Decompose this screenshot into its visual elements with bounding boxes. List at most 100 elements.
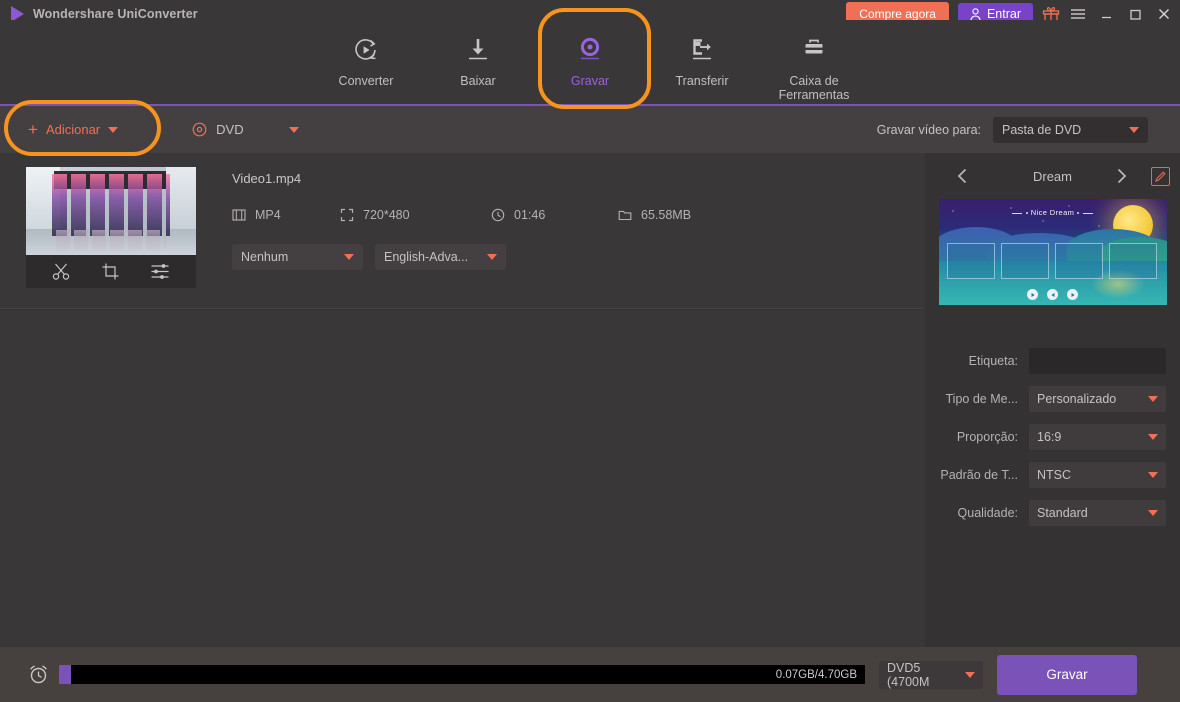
- preview-chapter-cells: [946, 243, 1157, 279]
- chapter-cell: [946, 243, 995, 279]
- output-target-select[interactable]: Pasta de DVD: [993, 116, 1148, 143]
- add-button[interactable]: + Adicionar: [28, 120, 119, 139]
- resize-icon: [340, 208, 354, 222]
- plus-icon: +: [28, 120, 38, 139]
- alarm-clock-button[interactable]: [28, 664, 49, 685]
- tab-baixar[interactable]: Baixar: [422, 26, 534, 102]
- template-preview[interactable]: Nice Dream: [938, 199, 1167, 305]
- edit-template-button[interactable]: [1151, 166, 1170, 186]
- alarm-clock-icon: [30, 665, 47, 684]
- convert-refresh-play-icon: [351, 33, 381, 67]
- form-row-aspect-ratio: Proporção: 16:9: [925, 423, 1166, 451]
- disc-usage-progress-bar: 0.07GB/4.70GB: [59, 665, 865, 684]
- preview-title-text: Nice Dream: [1030, 208, 1075, 217]
- next-template-button[interactable]: [1110, 165, 1132, 187]
- tv-standard-value: NTSC: [1037, 468, 1072, 482]
- video-duration-label: 01:46: [514, 208, 546, 222]
- previous-template-button[interactable]: [951, 165, 973, 187]
- media-type-select[interactable]: Personalizado: [1029, 386, 1166, 412]
- video-filename: Video1.mp4: [232, 171, 302, 186]
- crop-icon[interactable]: [101, 262, 120, 281]
- preview-menu-buttons: [939, 289, 1167, 300]
- quality-chevron-down-icon: [1148, 510, 1158, 516]
- template-name: Dream: [1032, 168, 1072, 184]
- form-row-label: Etiqueta:: [925, 347, 1166, 375]
- status-bar: 0.07GB/4.70GB DVD5 (4700M Gravar: [0, 647, 1180, 702]
- video-list-area: Video1.mp4 MP4 720*480 01:46 65.58MB Nen…: [0, 153, 924, 647]
- tab-caixa-de-ferramentas[interactable]: Caixa de Ferramentas: [758, 26, 870, 102]
- preview-title: Nice Dream: [939, 208, 1167, 217]
- dvd-settings-form: Etiqueta: Tipo de Me... Personalizado Pr…: [925, 347, 1180, 527]
- tab-gravar-label: Gravar: [570, 74, 610, 88]
- video-track-selects: Nenhum English-Adva...: [232, 244, 691, 270]
- video-stats: MP4 720*480 01:46 65.58MB: [232, 208, 691, 222]
- film-strip-icon: [232, 209, 246, 221]
- effect-icon[interactable]: [150, 262, 170, 281]
- next-button-icon: [1067, 289, 1078, 300]
- burn-button[interactable]: Gravar: [997, 654, 1137, 695]
- chapter-cell: [1054, 243, 1103, 279]
- audio-chevron-down-icon: [487, 254, 497, 260]
- nav-tab-list: Converter Baixar Gravar Transferir Caixa…: [0, 20, 1180, 102]
- video-edit-toolbar: [26, 255, 196, 288]
- video-thumbnail-block: [26, 167, 196, 288]
- subtitle-select[interactable]: Nenhum: [232, 244, 363, 270]
- close-icon: [1159, 9, 1169, 19]
- tv-standard-label: Padrão de T...: [940, 468, 1018, 482]
- video-resolution-label: 720*480: [363, 208, 410, 222]
- chevron-left-icon: [957, 168, 966, 184]
- video-list-item[interactable]: Video1.mp4 MP4 720*480 01:46 65.58MB Nen…: [0, 153, 924, 288]
- progress-fill: [59, 665, 71, 684]
- aspect-ratio-value: 16:9: [1037, 430, 1062, 444]
- tab-converter-label: Converter: [338, 74, 394, 88]
- tv-standard-chevron-down-icon: [1148, 472, 1158, 478]
- login-label: Entrar: [986, 7, 1021, 21]
- tab-baixar-label: Baixar: [460, 74, 496, 88]
- maximize-icon: [1129, 9, 1141, 20]
- output-target-group: Gravar vídeo para: Pasta de DVD: [877, 116, 1148, 143]
- disc-icon: [192, 122, 207, 137]
- form-row-quality: Qualidade: Standard: [925, 499, 1166, 527]
- subtitle-value: Nenhum: [241, 250, 289, 264]
- label-field[interactable]: [1029, 348, 1166, 374]
- dvd-mode-button[interactable]: DVD: [192, 122, 299, 137]
- tv-standard-select[interactable]: NTSC: [1029, 462, 1166, 488]
- video-format-label: MP4: [255, 208, 281, 222]
- app-title: Wondershare UniConverter: [33, 7, 198, 21]
- tab-caixa-label: Caixa de Ferramentas: [778, 74, 850, 102]
- aspect-ratio-select[interactable]: 16:9: [1029, 424, 1166, 450]
- tab-converter[interactable]: Converter: [310, 26, 422, 102]
- output-target-value: Pasta de DVD: [1002, 122, 1082, 137]
- disc-usage-label: 0.07GB/4.70GB: [775, 668, 857, 681]
- tab-transferir[interactable]: Transferir: [646, 26, 758, 102]
- pencil-edit-icon: [1155, 170, 1166, 182]
- video-filesize-label: 65.58MB: [641, 208, 692, 222]
- dvd-chevron-down-icon[interactable]: [288, 126, 299, 133]
- output-chevron-down-icon: [1129, 126, 1139, 133]
- burn-disc-icon: [575, 33, 605, 67]
- label-field-label: Etiqueta:: [968, 354, 1018, 368]
- chevron-right-icon: [1117, 168, 1126, 184]
- main-navigation: Converter Baixar Gravar Transferir Caixa…: [0, 20, 1180, 105]
- aspect-ratio-chevron-down-icon: [1148, 434, 1158, 440]
- minimize-icon: [1101, 16, 1111, 18]
- prev-button-icon: [1047, 289, 1058, 300]
- video-thumbnail: [26, 167, 196, 255]
- transfer-export-icon: [687, 33, 717, 67]
- video-duration: 01:46: [491, 208, 618, 222]
- disc-type-select[interactable]: DVD5 (4700M: [879, 660, 983, 689]
- media-type-label: Tipo de Me...: [945, 392, 1019, 406]
- trim-icon[interactable]: [52, 262, 71, 281]
- video-resolution: 720*480: [340, 208, 491, 222]
- audio-track-value: English-Adva...: [384, 250, 469, 264]
- disc-type-value: DVD5 (4700M: [887, 660, 930, 689]
- chevron-down-icon[interactable]: [108, 126, 119, 133]
- quality-select[interactable]: Standard: [1029, 500, 1166, 526]
- chapter-cell: [1108, 243, 1157, 279]
- action-toolbar: + Adicionar DVD Gravar vídeo para: Pasta…: [0, 106, 1180, 153]
- clock-icon: [491, 208, 505, 222]
- audio-track-select[interactable]: English-Adva...: [375, 244, 506, 270]
- quality-value: Standard: [1037, 506, 1088, 520]
- video-format: MP4: [232, 208, 340, 222]
- tab-gravar[interactable]: Gravar: [534, 26, 646, 102]
